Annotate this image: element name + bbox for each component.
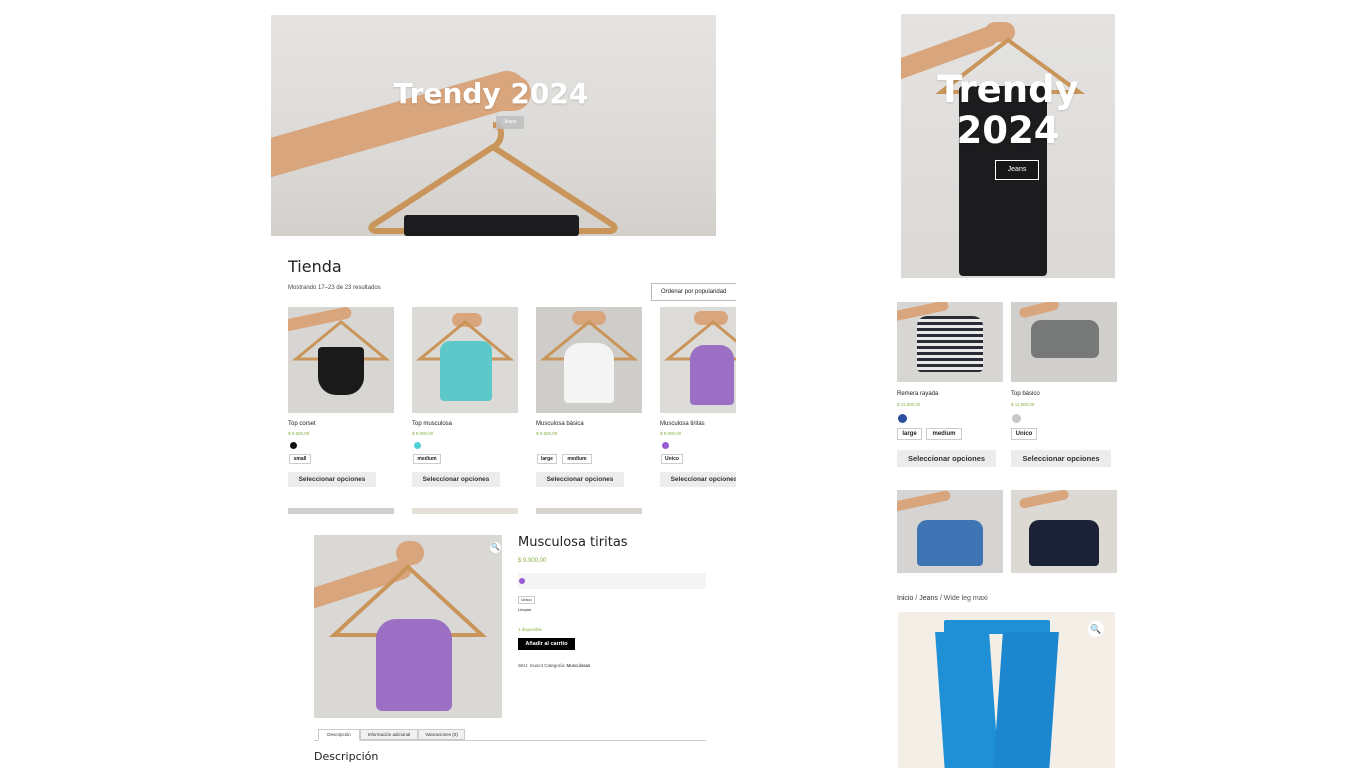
product-price: $ 11.900,00	[1011, 402, 1035, 407]
product-price: $ 9.900,00	[412, 431, 434, 436]
clear-link[interactable]: Limpiar	[518, 607, 531, 612]
color-swatch-purple[interactable]	[519, 578, 525, 584]
hero-title-line2: 2024	[956, 109, 1060, 152]
size-chip-large[interactable]: large	[897, 428, 922, 440]
tab-descripcion[interactable]: Descripción	[318, 729, 360, 741]
meta-sku: SKU: musc4 Categoría:	[518, 663, 566, 668]
select-options-button[interactable]: Seleccionar opciones	[660, 472, 736, 487]
breadcrumb: Inicio / Jeans / Wide leg maxi	[897, 595, 988, 602]
product-name[interactable]: Top corset	[288, 421, 316, 427]
product-price: $ 9.900,00	[660, 431, 682, 436]
product-name[interactable]: Musculosa básica	[536, 421, 584, 427]
product-name[interactable]: Top musculosa	[412, 421, 452, 427]
sort-select[interactable]: Ordenar por popularidad	[651, 283, 736, 301]
size-chip-medium[interactable]: medium	[926, 428, 962, 440]
size-chip-medium[interactable]: medium	[413, 454, 441, 464]
product-name[interactable]: Remera rayada	[897, 391, 938, 397]
result-count: Mostrando 17–23 de 23 resultados	[288, 285, 381, 291]
meta-category-link[interactable]: Musculosas	[567, 663, 591, 668]
product-meta: SKU: musc4 Categoría: Musculosas	[518, 663, 590, 668]
add-to-cart-button[interactable]: Añadir al carrito	[518, 638, 575, 650]
product-name[interactable]: Musculosa tiritas	[660, 421, 705, 427]
product-image-top-corset[interactable]	[288, 307, 394, 413]
size-chip-unico[interactable]: Unico	[661, 454, 683, 464]
size-chip-unico[interactable]: Unico	[518, 596, 535, 604]
color-swatch-grey[interactable]	[1012, 414, 1021, 423]
tab-informacion-adicional[interactable]: Información adicional	[360, 729, 418, 740]
hero-jeans-button[interactable]: Jeans	[496, 116, 524, 129]
select-options-button[interactable]: Seleccionar opciones	[288, 472, 376, 487]
product-price: $ 9.900,00	[518, 558, 547, 564]
sort-select-label: Ordenar por popularidad	[661, 289, 727, 295]
breadcrumb-home[interactable]: Inicio	[897, 595, 913, 602]
select-options-button[interactable]: Seleccionar opciones	[536, 472, 624, 487]
color-swatch-turquoise[interactable]	[414, 442, 421, 449]
breadcrumb-current: Wide leg maxi	[943, 595, 988, 602]
product-image-remera-rayada[interactable]	[897, 302, 1003, 382]
color-swatch-black[interactable]	[290, 442, 297, 449]
product-image-musculosa-tiritas[interactable]	[660, 307, 736, 413]
product-price: $ 11.500,00	[897, 402, 921, 407]
size-chip-unico[interactable]: Unico	[1011, 428, 1037, 440]
product-image-peek	[412, 508, 518, 514]
variation-row	[518, 573, 706, 589]
shop-title: Tienda	[288, 257, 342, 276]
color-swatch-blue[interactable]	[898, 414, 907, 423]
product-price: $ 9.900,00	[288, 431, 310, 436]
product-image-top-musculosa[interactable]	[412, 307, 518, 413]
magnifier-icon[interactable]: 🔍	[1088, 621, 1104, 637]
magnifier-icon[interactable]: 🔍	[490, 542, 501, 553]
product-main-image-jeans[interactable]: 🔍	[898, 612, 1115, 768]
product-image-peek	[288, 508, 394, 514]
breadcrumb-category[interactable]: Jeans	[919, 595, 938, 602]
color-swatch-purple[interactable]	[662, 442, 669, 449]
hero-banner-left: Trendy 2024 Jeans	[271, 15, 716, 236]
product-title: Musculosa tiritas	[518, 535, 628, 550]
select-options-button[interactable]: Seleccionar opciones	[1011, 450, 1111, 467]
size-chip-small[interactable]: small	[289, 454, 311, 464]
hero-jeans-button[interactable]: Jeans	[995, 160, 1039, 180]
product-price: $ 9.900,00	[536, 431, 558, 436]
hero-banner-right: Trendy 2024 Jeans	[901, 14, 1115, 278]
hero-title-line1: Trendy	[937, 68, 1079, 111]
product-tabs: Descripción Información adicional Valora…	[314, 729, 706, 741]
select-options-button[interactable]: Seleccionar opciones	[412, 472, 500, 487]
product-main-image[interactable]: 🔍	[314, 535, 502, 718]
size-chip-large[interactable]: large	[537, 454, 557, 464]
hero-garment-image	[404, 215, 579, 236]
product-image-musculosa-basica[interactable]	[536, 307, 642, 413]
product-image-top-basico[interactable]	[1011, 302, 1117, 382]
product-name[interactable]: Top básico	[1011, 391, 1040, 397]
hero-title: Trendy 2024	[393, 77, 589, 110]
product-image-blue-tee[interactable]	[897, 490, 1003, 573]
product-image-navy-tee[interactable]	[1011, 490, 1117, 573]
select-options-button[interactable]: Seleccionar opciones	[897, 450, 996, 467]
description-heading: Descripción	[314, 750, 379, 763]
product-image-peek	[536, 508, 642, 514]
size-chip-medium[interactable]: medium	[562, 454, 592, 464]
tab-valoraciones[interactable]: Valoraciones (0)	[418, 729, 465, 740]
stock-status: 1 disponible	[518, 627, 543, 632]
